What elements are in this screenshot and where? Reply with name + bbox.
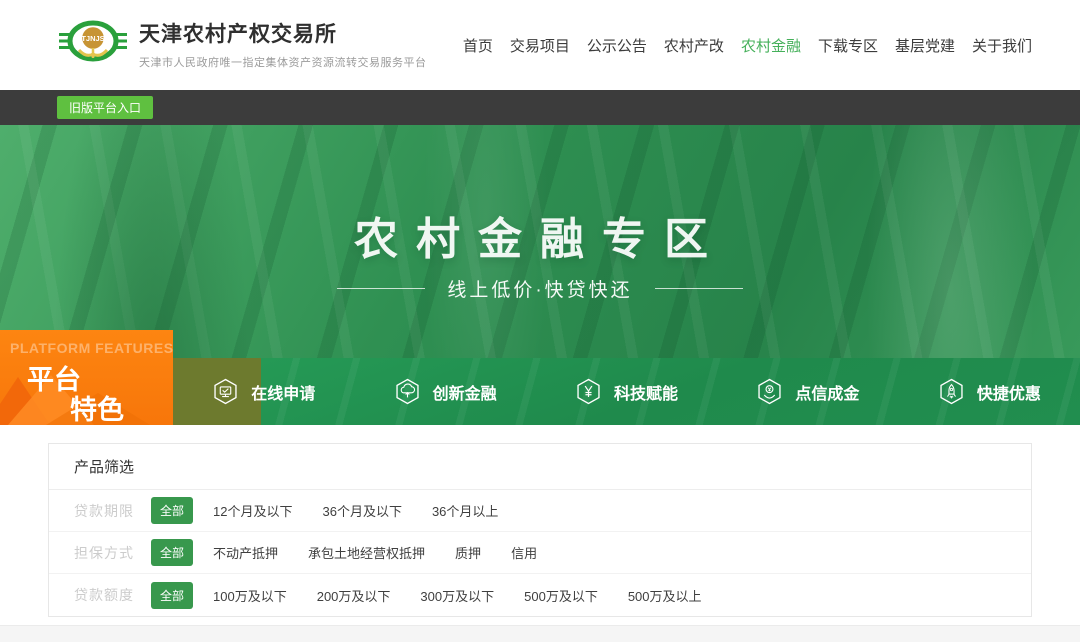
feature-tab[interactable]: 点信成金 — [717, 358, 898, 425]
nav-item[interactable]: 公示公告 — [587, 35, 647, 56]
filter-row-label: 贷款期限 — [74, 501, 136, 521]
hero-banner: 农村金融专区 线上低价·快贷快还 PLATFORM FEATURES 平台 特色 — [0, 125, 1080, 425]
filter-all-button[interactable]: 全部 — [151, 497, 193, 524]
filter-option[interactable]: 信用 — [511, 543, 537, 562]
filter-all-button[interactable]: 全部 — [151, 539, 193, 566]
filter-option[interactable]: 不动产抵押 — [213, 543, 278, 562]
logo-badge-text: TJNJS — [81, 34, 104, 43]
nav-item[interactable]: 农村金融 — [741, 35, 801, 56]
filter-options: 不动产抵押 承包土地经营权抵押 质押 信用 — [213, 543, 537, 562]
filter-option[interactable]: 36个月以上 — [432, 501, 498, 520]
hero-title: 农村金融专区 — [0, 203, 1080, 267]
feature-tab-icon — [575, 378, 602, 405]
filter-row-loan-amount: 贷款额度 全部 100万及以下 200万及以下 300万及以下 500万及以下 500万… — [49, 574, 1031, 616]
feature-tab[interactable]: 科技赋能 — [536, 358, 717, 425]
filter-row-label: 贷款额度 — [74, 585, 136, 605]
filter-options: 12个月及以下 36个月及以下 36个月以上 — [213, 501, 498, 520]
footer-strip — [0, 625, 1080, 642]
filter-option[interactable]: 承包土地经营权抵押 — [308, 543, 425, 562]
nav-item[interactable]: 基层党建 — [895, 35, 955, 56]
site-title: 天津农村产权交易所 — [139, 18, 427, 48]
main-content: 产品筛选 贷款期限 全部 12个月及以下 36个月及以下 36个月以上 担保方式 全… — [0, 443, 1080, 617]
filter-all-button[interactable]: 全部 — [151, 582, 193, 609]
filter-option[interactable]: 500万及以上 — [628, 586, 702, 605]
filter-option[interactable]: 36个月及以下 — [322, 501, 401, 520]
nav-item[interactable]: 关于我们 — [972, 35, 1032, 56]
feature-tab-label: 点信成金 — [795, 380, 859, 404]
filter-row-label: 担保方式 — [74, 543, 136, 563]
feature-tab-icon — [756, 378, 783, 405]
filter-option[interactable]: 100万及以下 — [213, 586, 287, 605]
features-title-line2: 特色 — [70, 388, 124, 425]
hero-subtitle-row: 线上低价·快贷快还 — [0, 275, 1080, 302]
main-nav: 首页 交易项目 公示公告 农村产改 农村金融 下载专区 基层党建 关于我们 — [463, 0, 1032, 90]
subtitle-left-line — [337, 288, 425, 289]
filter-row-loan-term: 贷款期限 全部 12个月及以下 36个月及以下 36个月以上 — [49, 490, 1031, 532]
filter-row-guarantee: 担保方式 全部 不动产抵押 承包土地经营权抵押 质押 信用 — [49, 532, 1031, 574]
sub-header-bar: 旧版平台入口 — [0, 90, 1080, 125]
feature-tab-icon — [212, 378, 239, 405]
feature-tab[interactable]: 在线申请 — [173, 358, 354, 425]
feature-tab-label: 科技赋能 — [614, 380, 678, 404]
feature-tab-icon — [938, 378, 965, 405]
brand: TJNJS 天津农村产权交易所 天津市人民政府唯一指定集体资产资源流转交易服务平… — [57, 14, 427, 74]
old-platform-button[interactable]: 旧版平台入口 — [57, 96, 153, 119]
site-header: TJNJS 天津农村产权交易所 天津市人民政府唯一指定集体资产资源流转交易服务平… — [0, 0, 1080, 90]
filter-card-title: 产品筛选 — [49, 444, 1031, 490]
site-logo-icon[interactable]: TJNJS — [57, 14, 129, 74]
filter-option[interactable]: 500万及以下 — [524, 586, 598, 605]
nav-item[interactable]: 下载专区 — [818, 35, 878, 56]
filter-options: 100万及以下 200万及以下 300万及以下 500万及以下 500万及以上 — [213, 586, 702, 605]
feature-tab-label: 创新金融 — [433, 380, 497, 404]
filter-option[interactable]: 质押 — [455, 543, 481, 562]
filter-option[interactable]: 300万及以下 — [420, 586, 494, 605]
filter-option[interactable]: 200万及以下 — [317, 586, 391, 605]
site-subtitle: 天津市人民政府唯一指定集体资产资源流转交易服务平台 — [139, 54, 427, 70]
nav-item[interactable]: 首页 — [463, 35, 493, 56]
page: TJNJS 天津农村产权交易所 天津市人民政府唯一指定集体资产资源流转交易服务平… — [0, 0, 1080, 642]
feature-tab-label: 在线申请 — [251, 380, 315, 404]
feature-tab[interactable]: 创新金融 — [354, 358, 535, 425]
feature-tab-icon — [394, 378, 421, 405]
product-filter-card: 产品筛选 贷款期限 全部 12个月及以下 36个月及以下 36个月以上 担保方式 全… — [48, 443, 1032, 617]
nav-item[interactable]: 交易项目 — [510, 35, 570, 56]
subtitle-right-line — [655, 288, 743, 289]
feature-tab-label: 快捷优惠 — [977, 380, 1041, 404]
nav-item[interactable]: 农村产改 — [664, 35, 724, 56]
filter-option[interactable]: 12个月及以下 — [213, 501, 292, 520]
hero-subtitle: 线上低价·快贷快还 — [447, 275, 632, 302]
platform-features-box: PLATFORM FEATURES 平台 特色 — [0, 330, 173, 425]
feature-tab[interactable]: 快捷优惠 — [899, 358, 1080, 425]
platform-features-eyebrow: PLATFORM FEATURES — [10, 340, 173, 356]
feature-tabs: 在线申请 创新金融 科技赋能 — [173, 358, 1080, 425]
